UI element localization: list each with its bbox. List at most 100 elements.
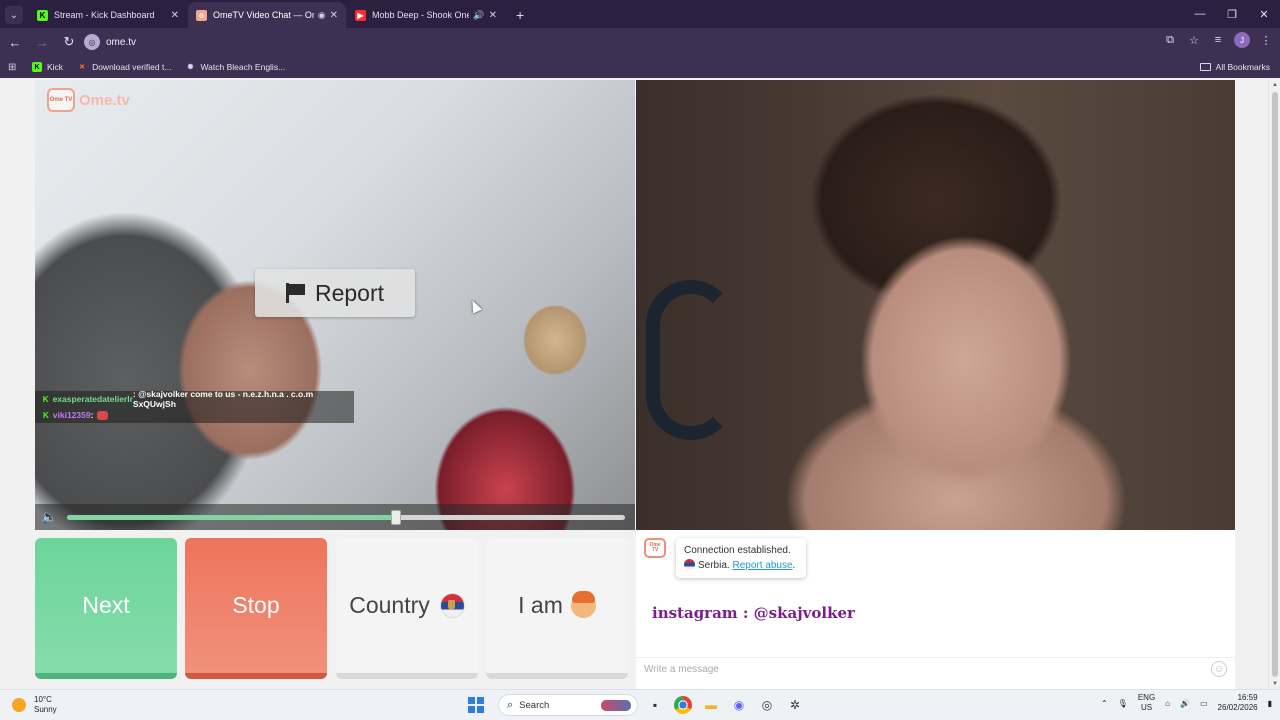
app-icon[interactable]: ✲: [784, 694, 806, 716]
reload-button[interactable]: ↻: [57, 30, 81, 54]
task-view-icon[interactable]: ▪: [644, 694, 666, 716]
tab-kick-dashboard[interactable]: K Stream - Kick Dashboard ✕: [29, 2, 187, 28]
site-info-icon[interactable]: ◎: [84, 34, 100, 50]
battery-icon[interactable]: ▭: [1200, 699, 1208, 708]
scrollbar-thumb[interactable]: [1272, 92, 1278, 677]
windows-start-icon[interactable]: [468, 697, 484, 713]
new-tab-button[interactable]: +: [516, 7, 524, 23]
chat-message: :: [90, 410, 94, 420]
obs-icon[interactable]: ◎: [756, 694, 778, 716]
menu-icon[interactable]: ⋮: [1258, 32, 1274, 48]
folder-icon: [1199, 63, 1211, 71]
temperature: 10°C: [34, 695, 52, 704]
media-controls-icon[interactable]: ≡: [1210, 32, 1226, 48]
report-button[interactable]: Report: [255, 269, 415, 317]
scroll-up-icon[interactable]: ▲: [1271, 82, 1279, 88]
clock-date: 26/02/2026: [1217, 703, 1258, 712]
network-icon[interactable]: ⌂: [1165, 699, 1170, 708]
address-bar[interactable]: ◎ ome.tv: [82, 31, 1142, 53]
discord-icon[interactable]: ◉: [728, 694, 750, 716]
stream-chat-overlay: · K exasperatedatelierlr : @skajvolker c…: [35, 389, 354, 423]
tab-youtube-mobb-deep[interactable]: ▶ Mobb Deep - Shook Ones, 🔊 ✕: [347, 2, 505, 28]
volume-icon[interactable]: 🔊: [1180, 699, 1190, 708]
close-tab-icon[interactable]: ✕: [489, 10, 497, 21]
bookmarks-bar: ⊞ K Kick ✕ Download verified t... ✺ Watc…: [0, 56, 1280, 78]
taskbar-search[interactable]: ⌕ Search: [498, 694, 638, 716]
emoji-icon[interactable]: ☺: [1211, 661, 1227, 677]
kick-icon: K: [32, 62, 42, 72]
stop-button[interactable]: Stop: [185, 538, 327, 679]
ometv-logo-text: Ome.tv: [79, 91, 130, 109]
page-scrollbar[interactable]: ▲ ▼: [1268, 80, 1280, 689]
install-app-icon[interactable]: ⧉: [1162, 32, 1178, 48]
tab-strip: ⌄ K Stream - Kick Dashboard ✕ o OmeTV Vi…: [0, 0, 1280, 28]
maximize-icon[interactable]: ❐: [1216, 0, 1248, 28]
clock[interactable]: 16:59 26/02/2026: [1218, 693, 1258, 713]
tab-title: Mobb Deep - Shook Ones,: [372, 10, 470, 20]
bookmark-download-verified[interactable]: ✕ Download verified t...: [77, 62, 171, 72]
gender-button[interactable]: I am: [486, 538, 628, 679]
volume-slider[interactable]: [67, 510, 625, 525]
volume-slider-fill: [67, 515, 397, 520]
tab-title: Stream - Kick Dashboard: [54, 10, 155, 20]
serbia-flag-icon: [439, 593, 465, 618]
minimize-icon[interactable]: —: [1184, 0, 1216, 28]
system-message: Connection established. Serbia. Report a…: [676, 538, 806, 578]
volume-icon[interactable]: 🔈: [41, 510, 57, 523]
close-tab-icon[interactable]: ✕: [330, 10, 338, 21]
kick-icon: K: [43, 410, 49, 420]
forward-button[interactable]: →: [30, 30, 54, 54]
tab-title: OmeTV Video Chat — Ome: [213, 10, 314, 20]
partner-country-line: Serbia. Report abuse.: [684, 558, 798, 573]
text-chat-panel: Ome TV Connection established. Serbia. R…: [636, 530, 1235, 689]
taskbar: 10°C Sunny ⌕ Search ▪ ▬ ◉ ◎ ✲ ⌃ 🎙 ENG US…: [0, 689, 1280, 720]
country-button[interactable]: Country: [336, 538, 478, 679]
system-tray: ⌃ 🎙 ENG US ⌂ 🔊 ▭ 16:59 26/02/2026 ▮: [1101, 693, 1272, 713]
kick-icon: K: [42, 394, 49, 404]
message-input[interactable]: Write a message: [636, 657, 1235, 681]
file-explorer-icon[interactable]: ▬: [700, 694, 722, 716]
scroll-down-icon[interactable]: ▼: [1271, 681, 1279, 687]
tab-search-button[interactable]: ⌄: [5, 6, 23, 24]
report-abuse-link[interactable]: Report abuse: [732, 560, 792, 571]
speaker-icon[interactable]: 🔊: [473, 10, 484, 21]
notifications-icon[interactable]: ▮: [1268, 699, 1272, 708]
recording-icon: ◉: [317, 9, 326, 20]
bookmark-star-icon[interactable]: ☆: [1186, 32, 1202, 48]
url-text: ome.tv: [106, 36, 137, 48]
all-bookmarks-button[interactable]: All Bookmarks: [1199, 62, 1270, 72]
male-face-icon: [570, 591, 596, 618]
chat-message: instagram : @skajvolker: [652, 604, 855, 622]
bookmark-label: Watch Bleach Englis...: [200, 62, 286, 72]
microphone-icon[interactable]: 🎙: [1118, 699, 1128, 708]
volume-slider-handle[interactable]: [391, 510, 402, 525]
clock-time: 16:59: [1237, 693, 1258, 702]
profile-avatar[interactable]: J: [1234, 32, 1250, 48]
language-indicator[interactable]: ENG US: [1138, 693, 1155, 713]
stream-chat-line: · K exasperatedatelierlr : @skajvolker c…: [35, 389, 354, 409]
bookmark-label: Kick: [47, 62, 64, 72]
window-controls: — ❐ ✕: [1184, 0, 1280, 28]
search-icon: ⌕: [507, 698, 514, 711]
tray-overflow-icon[interactable]: ⌃: [1101, 699, 1108, 708]
next-button[interactable]: Next: [35, 538, 177, 679]
ometv-logo: Ome TV Ome.tv: [47, 88, 130, 112]
close-tab-icon[interactable]: ✕: [171, 10, 179, 21]
close-window-icon[interactable]: ✕: [1248, 0, 1280, 28]
search-label: Search: [519, 699, 550, 711]
weather-widget[interactable]: 10°C Sunny: [12, 695, 57, 715]
timestamp-marker: ·: [35, 396, 43, 402]
chat-username: exasperatedatelierlr: [52, 394, 133, 404]
headset-shape: [646, 280, 736, 440]
bookmark-kick[interactable]: K Kick: [32, 62, 63, 72]
bookmark-watch-bleach[interactable]: ✺ Watch Bleach Englis...: [185, 62, 286, 72]
all-bookmarks-label: All Bookmarks: [1215, 62, 1270, 72]
country-label: Country: [349, 592, 430, 618]
chat-message: : @skajvolker come to us - n.e.z.h.n.a .…: [132, 389, 314, 409]
serbia-flag-icon: [684, 559, 695, 570]
chrome-icon[interactable]: [674, 696, 692, 714]
tab-ometv[interactable]: o OmeTV Video Chat — Ome ◉ ✕: [188, 2, 346, 28]
emote-icon: [97, 410, 109, 420]
back-button[interactable]: ←: [3, 30, 27, 54]
apps-grid-icon[interactable]: ⊞: [8, 62, 22, 73]
